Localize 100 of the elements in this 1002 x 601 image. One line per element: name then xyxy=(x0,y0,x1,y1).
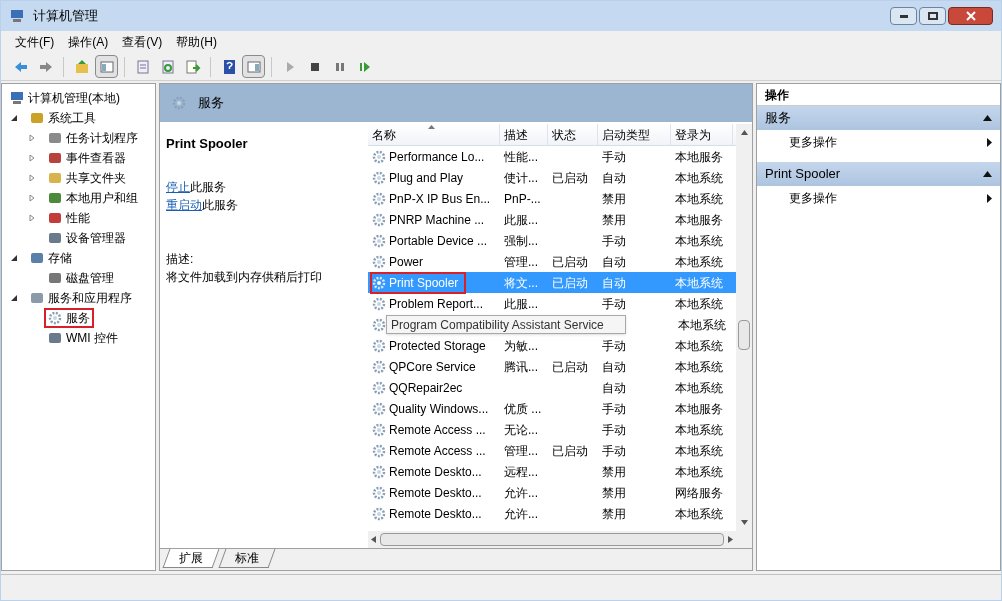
scroll-thumb[interactable] xyxy=(738,320,750,350)
menu-item[interactable]: 文件(F) xyxy=(9,33,61,51)
gear-icon xyxy=(372,359,386,374)
service-name-cell: Remote Access ... xyxy=(370,418,494,441)
table-cell-text: 禁用 xyxy=(602,505,626,523)
service-name-cell: Print Spooler xyxy=(370,271,467,294)
service-row[interactable]: Problem Report... 此服... 手动 本地系统 xyxy=(368,293,736,314)
table-cell-text: 网络服务 xyxy=(675,484,723,502)
service-row[interactable]: QQRepair2ec 自动 本地系统 xyxy=(368,377,736,398)
gear-icon xyxy=(48,311,62,325)
table-cell-text: 禁用 xyxy=(602,484,626,502)
maximize-button[interactable] xyxy=(919,7,946,25)
minimize-button[interactable] xyxy=(890,7,917,25)
node-icon xyxy=(30,291,44,305)
table-cell-text: 为敏... xyxy=(504,337,538,355)
menu-item[interactable]: 帮助(H) xyxy=(170,33,223,51)
scroll-right-arrow-icon[interactable] xyxy=(728,536,733,543)
vertical-scrollbar[interactable] xyxy=(736,124,752,531)
service-row[interactable]: Power 管理... 已启动 自动 本地系统 xyxy=(368,251,736,272)
service-row[interactable]: Plug and Play 使计... 已启动 自动 本地系统 xyxy=(368,167,736,188)
table-cell-text: 手动 xyxy=(602,148,626,166)
link-suffix: 此服务 xyxy=(190,178,226,196)
column-header[interactable]: 状态 xyxy=(548,124,598,145)
computer-icon xyxy=(9,8,25,24)
tree-item[interactable]: 任务计划程序 xyxy=(44,128,142,148)
service-row[interactable]: Protected Storage 为敏... 手动 本地系统 xyxy=(368,335,736,356)
service-row[interactable]: Remote Access ... 无论... 手动 本地系统 xyxy=(368,419,736,440)
tree-pane-icon[interactable] xyxy=(95,55,118,78)
scroll-thumb[interactable] xyxy=(380,533,724,546)
action-section-header[interactable]: 服务 xyxy=(757,106,1000,130)
service-row[interactable]: Program Compatibility Assistant Service 本地系统 xyxy=(368,314,736,335)
scroll-down-arrow-icon[interactable] xyxy=(740,520,748,525)
gear-icon xyxy=(372,212,386,227)
scroll-up-arrow-icon[interactable] xyxy=(740,130,748,135)
service-row[interactable]: PnP-X IP Bus En... PnP-... 禁用 本地系统 xyxy=(368,188,736,209)
menu-item[interactable]: 操作(A) xyxy=(62,33,115,51)
close-button[interactable] xyxy=(948,7,993,25)
table-cell-text: 无论... xyxy=(504,421,538,439)
tree-item[interactable]: 服务 xyxy=(44,308,94,328)
view-tab[interactable]: 扩展 xyxy=(162,549,220,568)
window-title: 计算机管理 xyxy=(33,7,98,26)
service-row[interactable]: Remote Deskto... 允许... 禁用 本地系统 xyxy=(368,503,736,524)
panel-title: 服务 xyxy=(198,94,224,113)
tree-item[interactable]: 设备管理器 xyxy=(44,228,130,248)
service-row[interactable]: Remote Deskto... 允许... 禁用 网络服务 xyxy=(368,482,736,503)
service-name-cell: QPCore Service xyxy=(370,355,484,378)
tree-item[interactable]: 磁盘管理 xyxy=(44,268,118,288)
view-tab[interactable]: 标准 xyxy=(218,549,276,568)
table-cell-text: 已启动 xyxy=(552,274,588,292)
gear-icon xyxy=(372,485,386,500)
gear-icon xyxy=(372,317,386,332)
service-name: Print Spooler xyxy=(166,135,249,153)
column-header[interactable]: 登录为 xyxy=(671,124,733,145)
table-cell-text: 自动 xyxy=(602,274,626,292)
action-pane-icon[interactable] xyxy=(242,55,265,78)
table-cell-text: 本地系统 xyxy=(675,232,723,250)
column-header[interactable]: 描述 xyxy=(500,124,548,145)
table-cell-text: 自动 xyxy=(602,169,626,187)
horizontal-scrollbar[interactable] xyxy=(368,531,752,548)
column-header[interactable]: 名称 xyxy=(368,124,500,145)
gear-icon xyxy=(372,338,386,353)
service-row[interactable]: Quality Windows... 优质 ... 手动 本地服务 xyxy=(368,398,736,419)
table-cell-text: 自动 xyxy=(602,379,626,397)
service-row[interactable]: Remote Deskto... 远程... 禁用 本地系统 xyxy=(368,461,736,482)
service-link[interactable]: 停止 xyxy=(166,177,190,196)
table-cell-text: 本地系统 xyxy=(675,169,723,187)
action-section-header[interactable]: Print Spooler xyxy=(757,162,1000,186)
tree-item[interactable]: 性能 xyxy=(44,208,94,228)
tree-item[interactable]: WMI 控件 xyxy=(44,328,122,348)
tree-item[interactable]: 计算机管理(本地) xyxy=(28,89,120,107)
table-cell-text: 本地服务 xyxy=(675,211,723,229)
collapse-arrow-icon[interactable] xyxy=(983,115,992,121)
service-row[interactable]: Portable Device ... 强制... 手动 本地系统 xyxy=(368,230,736,251)
tree-item[interactable]: 存储 xyxy=(26,248,76,268)
collapse-arrow-icon[interactable] xyxy=(983,171,992,177)
service-row[interactable]: PNRP Machine ... 此服... 禁用 本地服务 xyxy=(368,209,736,230)
tree-item[interactable]: 事件查看器 xyxy=(44,148,130,168)
table-cell-text: 本地系统 xyxy=(675,253,723,271)
table-cell-text: 手动 xyxy=(602,337,626,355)
node-icon xyxy=(48,211,62,225)
action-item[interactable]: 更多操作 xyxy=(757,130,1000,154)
tree-item[interactable]: 服务和应用程序 xyxy=(26,288,136,308)
tree-item[interactable]: 共享文件夹 xyxy=(44,168,130,188)
service-row[interactable]: Performance Lo... 性能... 手动 本地服务 xyxy=(368,146,736,167)
service-name-cell: Plug and Play xyxy=(370,166,472,189)
tree-item[interactable]: 系统工具 xyxy=(26,108,100,128)
node-icon xyxy=(30,251,44,265)
column-header[interactable]: 启动类型 xyxy=(598,124,671,145)
action-item[interactable]: 更多操作 xyxy=(757,186,1000,210)
service-row[interactable]: QPCore Service 腾讯... 已启动 自动 本地系统 xyxy=(368,356,736,377)
tree-item[interactable]: 本地用户和组 xyxy=(44,188,142,208)
service-row[interactable]: Remote Access ... 管理... 已启动 手动 本地系统 xyxy=(368,440,736,461)
scroll-left-arrow-icon[interactable] xyxy=(371,536,376,543)
submenu-arrow-icon xyxy=(987,193,992,203)
table-cell-text: 本地服务 xyxy=(675,400,723,418)
node-icon xyxy=(30,111,44,125)
table-cell-text: 腾讯... xyxy=(504,358,538,376)
service-link[interactable]: 重启动 xyxy=(166,195,202,214)
menu-item[interactable]: 查看(V) xyxy=(116,33,169,51)
node-icon xyxy=(48,171,62,185)
